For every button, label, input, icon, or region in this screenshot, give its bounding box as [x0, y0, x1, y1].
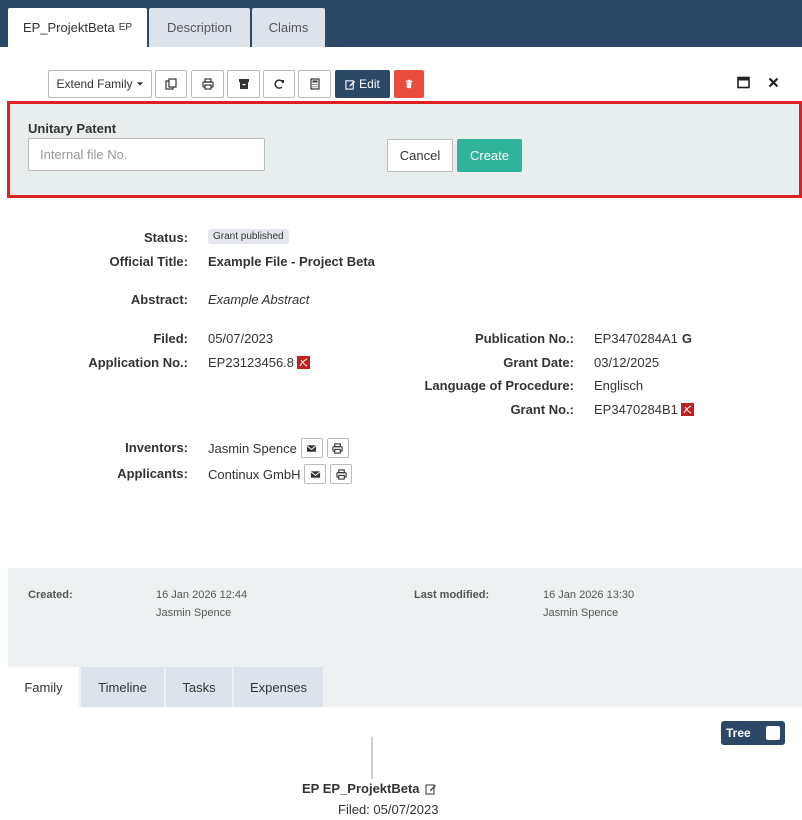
filed-label: Filed:: [153, 331, 188, 346]
tab-tasks[interactable]: Tasks: [166, 667, 232, 707]
tab-description[interactable]: Description: [149, 8, 250, 47]
copy-button[interactable]: [155, 70, 187, 98]
status-value: Grant published: [208, 229, 289, 244]
tab-family[interactable]: Family: [8, 667, 79, 707]
internal-file-no-input[interactable]: [28, 138, 265, 171]
archive-icon: [238, 79, 249, 89]
publication-no-text: EP3470284A1: [594, 331, 678, 346]
tab-claims-label: Claims: [268, 20, 309, 35]
extend-family-label: Extend Family: [56, 77, 133, 91]
grant-no-value: EP3470284B1: [594, 402, 694, 417]
close-icon[interactable]: [767, 76, 780, 89]
applicants-label: Applicants:: [117, 466, 188, 481]
edit-label: Edit: [359, 77, 380, 91]
inventors-label: Inventors:: [125, 440, 188, 455]
modified-date: 16 Jan 2026 13:30: [543, 589, 635, 601]
official-title-value: Example File - Project Beta: [208, 254, 375, 269]
edit-icon: [345, 79, 356, 90]
publication-no-label: Publication No.:: [475, 331, 574, 346]
modified-by: Jasmin Spence: [543, 607, 619, 619]
edit-icon[interactable]: [424, 783, 437, 795]
print-button[interactable]: [191, 70, 224, 98]
refresh-icon: [274, 79, 284, 89]
email-inventor-button[interactable]: [300, 438, 323, 458]
tab-file[interactable]: EP_ProjektBeta EP: [8, 8, 147, 47]
envelope-icon: [307, 444, 317, 452]
language-label: Language of Procedure:: [424, 378, 574, 393]
tree-toggle-label: Tree: [726, 726, 751, 740]
inventors-value: Jasmin Spence: [208, 438, 349, 458]
application-no-text: EP23123456.8: [208, 355, 295, 370]
toggle-knob: [766, 726, 780, 740]
created-info: 16 Jan 2026 12:44 Jasmin Spence: [156, 586, 247, 622]
created-date: 16 Jan 2026 12:44: [156, 589, 248, 601]
family-node-title: EP EP_ProjektBeta: [302, 781, 437, 796]
application-no-label: Application No.:: [88, 355, 188, 370]
created-label: Created:: [28, 589, 73, 601]
pdf-icon[interactable]: [680, 403, 694, 416]
extend-family-dropdown[interactable]: Extend Family: [48, 70, 152, 98]
family-node-filed: Filed: 05/07/2023: [338, 802, 439, 817]
grant-date-label: Grant Date:: [503, 355, 574, 370]
envelope-icon: [310, 470, 321, 478]
caret-down-icon: [136, 82, 143, 86]
language-value: Englisch: [594, 378, 644, 393]
cancel-button[interactable]: Cancel: [387, 139, 453, 172]
calculator-icon: [309, 78, 320, 90]
delete-button[interactable]: [394, 70, 424, 98]
email-applicant-button[interactable]: [304, 464, 327, 484]
tab-expenses[interactable]: Expenses: [234, 667, 323, 707]
tab-description-label: Description: [166, 20, 233, 35]
google-icon[interactable]: G: [682, 331, 692, 346]
tab-claims[interactable]: Claims: [252, 8, 325, 47]
abstract-label: Abstract:: [130, 292, 188, 307]
publication-no-value: EP3470284A1 G: [594, 331, 692, 346]
tree-connector: [371, 737, 373, 779]
print-applicant-button[interactable]: [330, 464, 353, 484]
print-icon: [336, 468, 347, 480]
status-label: Status:: [143, 230, 188, 245]
pdf-icon[interactable]: [297, 356, 311, 369]
print-inventor-button[interactable]: [326, 438, 349, 458]
created-by: Jasmin Spence: [156, 607, 232, 619]
status-badge: Grant published: [208, 229, 289, 244]
inventors-text: Jasmin Spence: [208, 440, 297, 456]
official-title-label: Official Title:: [109, 254, 189, 269]
grant-date-value: 03/12/2025: [594, 355, 660, 370]
grant-no-label: Grant No.:: [510, 402, 574, 417]
filed-value: 05/07/2023: [208, 331, 274, 346]
grant-no-text: EP3470284B1: [594, 402, 678, 417]
print-icon: [332, 442, 344, 454]
family-node-title-text: EP EP_ProjektBeta: [302, 781, 420, 796]
print-icon: [201, 78, 214, 90]
copy-icon: [165, 78, 177, 90]
archive-button[interactable]: [227, 70, 260, 98]
applicants-value: Continux GmbH: [208, 464, 353, 484]
create-button[interactable]: Create: [457, 139, 522, 172]
unitary-patent-form: Unitary Patent Cancel Create: [7, 101, 802, 198]
tab-timeline[interactable]: Timeline: [81, 667, 164, 707]
refresh-button[interactable]: [263, 70, 295, 98]
form-title: Unitary Patent: [28, 121, 117, 136]
modified-label: Last modified:: [414, 589, 490, 601]
tab-file-label: EP_ProjektBeta: [22, 20, 115, 35]
maximize-icon[interactable]: [737, 76, 750, 89]
modified-info: 16 Jan 2026 13:30 Jasmin Spence: [543, 586, 634, 622]
tree-toggle[interactable]: Tree: [721, 721, 785, 745]
edit-button[interactable]: Edit: [335, 70, 390, 98]
tab-file-sub: EP: [118, 22, 133, 33]
applicants-text: Continux GmbH: [208, 466, 301, 482]
calculator-button[interactable]: [298, 70, 331, 98]
meta-panel: Created: 16 Jan 2026 12:44 Jasmin Spence…: [8, 568, 802, 647]
trash-icon: [405, 79, 413, 89]
abstract-value: Example Abstract: [208, 292, 310, 307]
application-no-value: EP23123456.8: [208, 355, 311, 370]
